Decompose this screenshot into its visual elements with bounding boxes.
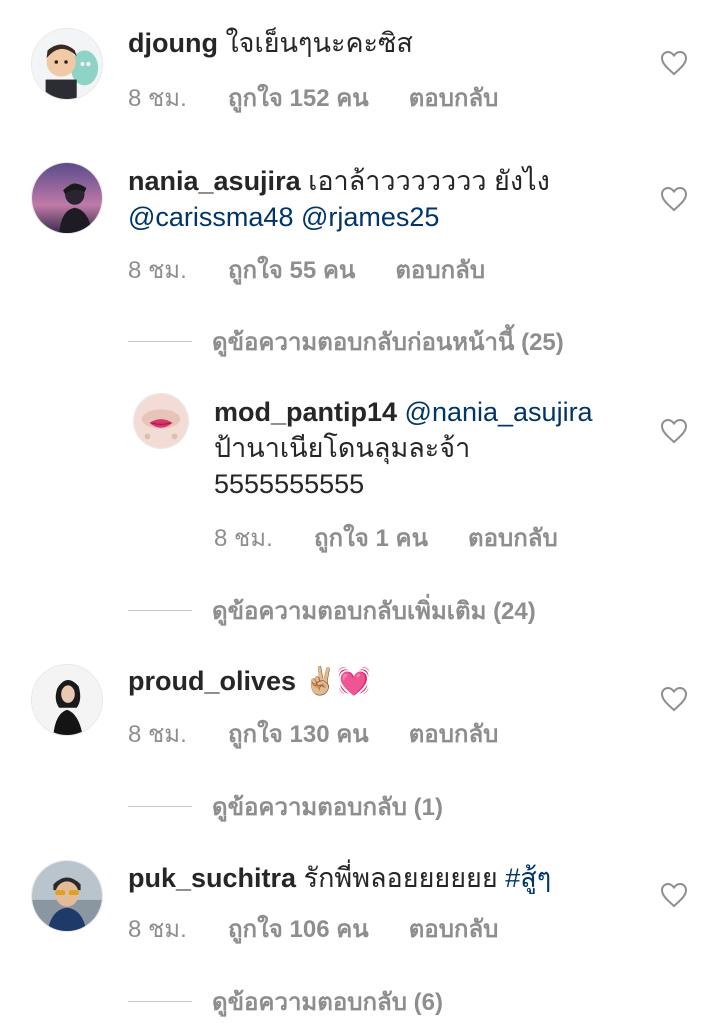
divider-line: [128, 610, 192, 611]
avatar[interactable]: [31, 860, 103, 932]
comment-username[interactable]: mod_pantip14: [214, 397, 397, 427]
view-replies-label: ดูข้อความตอบกลับเพิ่มเติม (24): [212, 598, 536, 625]
comment-time: 8 ชม.: [128, 721, 187, 748]
comment-username[interactable]: nania_asujira: [128, 166, 301, 196]
view-replies-label: ดูข้อความตอบกลับ (6): [212, 989, 443, 1016]
comment-meta: 8 ชม. ถูกใจ 1 คน ตอบกลับ: [214, 518, 558, 557]
likes-count[interactable]: ถูกใจ 130 คน: [228, 714, 369, 753]
avatar[interactable]: [31, 162, 103, 234]
divider-line: [128, 341, 192, 342]
reply-button[interactable]: ตอบกลับ: [409, 714, 499, 753]
mention-link[interactable]: @rjames25: [301, 202, 439, 232]
likes-count[interactable]: ถูกใจ 106 คน: [228, 909, 369, 948]
heart-icon[interactable]: [660, 882, 688, 908]
view-replies[interactable]: ดูข้อความตอบกลับ (6): [128, 982, 443, 1021]
comment-text: เอาล้าววววววว ยังไง: [300, 166, 550, 196]
avatar[interactable]: [31, 664, 103, 736]
reply-button[interactable]: ตอบกลับ: [409, 78, 499, 117]
avatar[interactable]: [31, 28, 103, 100]
comment-meta: 8 ชม. ถูกใจ 106 คน ตอบกลับ: [128, 909, 498, 948]
comment-time: 8 ชม.: [128, 257, 187, 284]
comment-text: รักพี่พลอยยยยยย: [296, 863, 506, 893]
comment-username[interactable]: djoung: [128, 28, 218, 58]
comment-emoji: ✌🏼💓: [303, 666, 371, 697]
mention-link[interactable]: @carissma48: [128, 202, 293, 232]
view-previous-replies[interactable]: ดูข้อความตอบกลับก่อนหน้านี้ (25): [128, 322, 564, 361]
divider-line: [128, 806, 192, 807]
heart-icon[interactable]: [660, 686, 688, 712]
view-replies-label: ดูข้อความตอบกลับ (1): [212, 794, 443, 821]
comment-text: 5555555555: [214, 469, 365, 499]
comment-time: 8 ชม.: [128, 916, 187, 943]
heart-icon[interactable]: [660, 186, 688, 212]
comment-meta: 8 ชม. ถูกใจ 130 คน ตอบกลับ: [128, 714, 498, 753]
reply-button[interactable]: ตอบกลับ: [409, 909, 499, 948]
hashtag-link[interactable]: #สู้ๆ: [505, 863, 551, 893]
comment-meta: 8 ชม. ถูกใจ 55 คน ตอบกลับ: [128, 250, 485, 289]
reply-button[interactable]: ตอบกลับ: [468, 518, 558, 557]
avatar[interactable]: [133, 393, 189, 449]
comment-text: ใจเย็นๆนะคะซิส: [217, 28, 413, 58]
likes-count[interactable]: ถูกใจ 1 คน: [314, 518, 428, 557]
comment-time: 8 ชม.: [128, 85, 187, 112]
view-more-replies[interactable]: ดูข้อความตอบกลับเพิ่มเติม (24): [128, 591, 536, 630]
comment-text: ป้านาเนียโดนลุมละจ้า: [214, 433, 471, 463]
mention-link[interactable]: @nania_asujira: [405, 397, 593, 427]
divider-line: [128, 1001, 192, 1002]
likes-count[interactable]: ถูกใจ 55 คน: [228, 250, 355, 289]
comment-meta: 8 ชม. ถูกใจ 152 คน ตอบกลับ: [128, 78, 498, 117]
heart-icon[interactable]: [660, 418, 688, 444]
view-replies[interactable]: ดูข้อความตอบกลับ (1): [128, 787, 443, 826]
likes-count[interactable]: ถูกใจ 152 คน: [228, 78, 369, 117]
comment-username[interactable]: puk_suchitra: [128, 863, 296, 893]
comment-username[interactable]: proud_olives: [128, 666, 296, 696]
comment-time: 8 ชม.: [214, 525, 273, 552]
reply-button[interactable]: ตอบกลับ: [395, 250, 485, 289]
view-replies-label: ดูข้อความตอบกลับก่อนหน้านี้ (25): [212, 329, 564, 356]
heart-icon[interactable]: [660, 50, 688, 76]
